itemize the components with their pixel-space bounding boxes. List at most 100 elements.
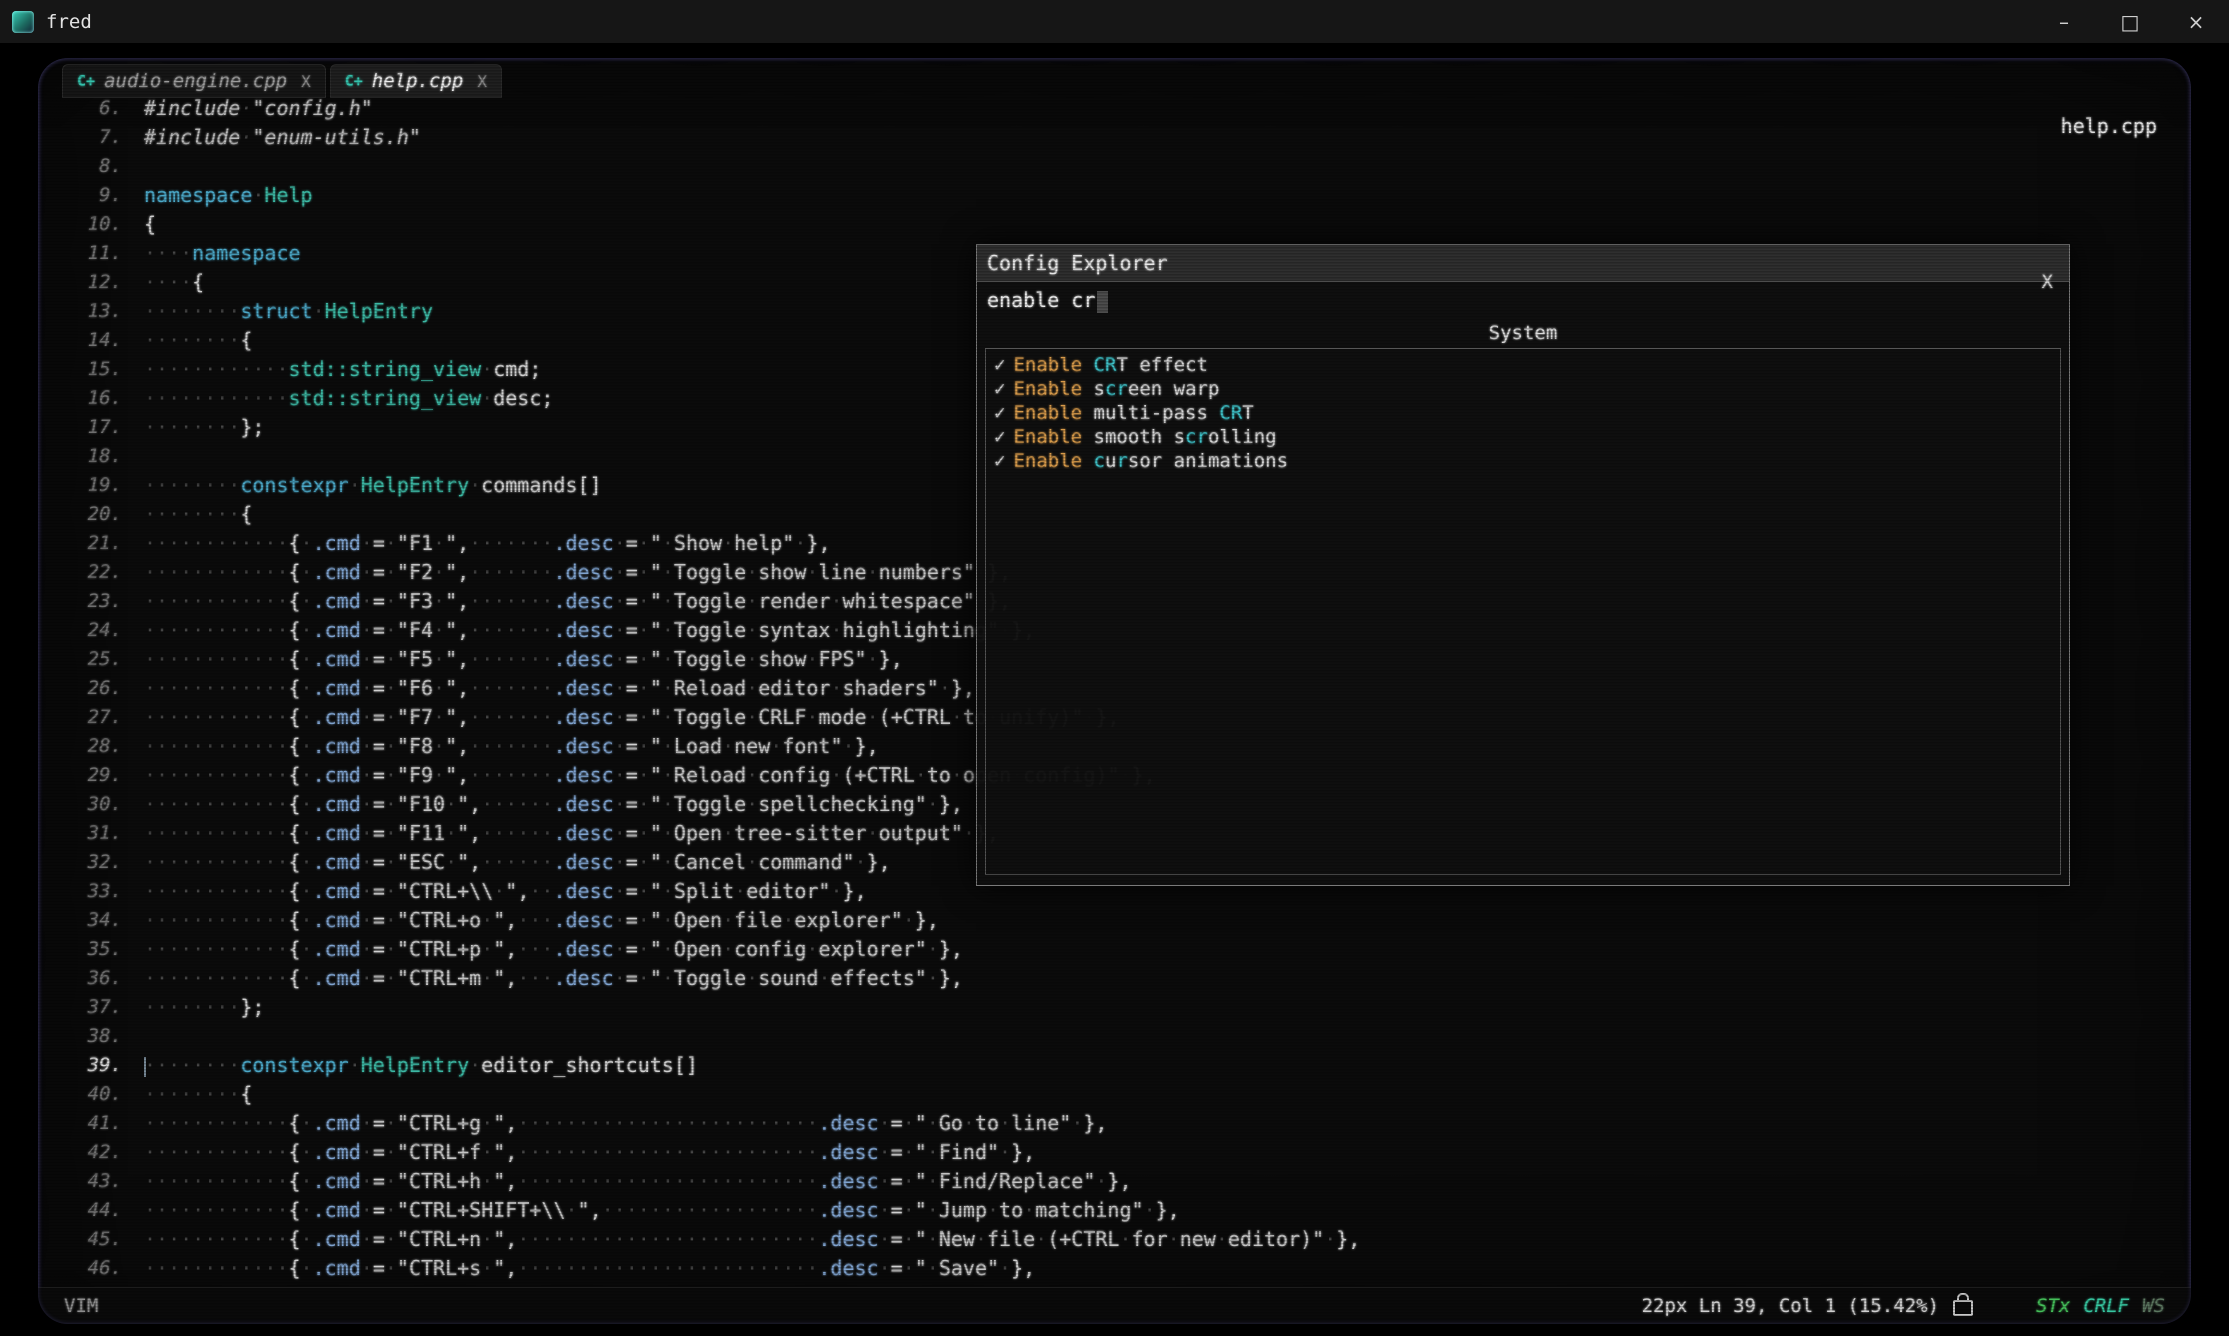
config-option-enable-cursor-animations[interactable]: ✓Enable cursor animations	[994, 449, 2052, 473]
code-text: ············{·.cmd·=·"F3·",·······.desc·…	[144, 587, 1011, 616]
code-text: ············std::string_view·desc;	[144, 384, 553, 413]
line-number: 33.	[56, 877, 144, 906]
code-text: ········{	[144, 326, 252, 355]
code-text: ············{·.cmd·=·"CTRL+o·",···.desc·…	[144, 906, 939, 935]
line-number: 8.	[56, 152, 144, 181]
vim-mode-indicator: VIM	[64, 1295, 98, 1317]
status-bar: VIM 22px Ln 39, Col 1 (15.42%) STxCRLFWS	[38, 1287, 2191, 1324]
line-number: 11.	[56, 239, 144, 268]
code-text: ············{·.cmd·=·"F10·",······.desc·…	[144, 790, 963, 819]
code-text: ····namespace	[144, 239, 301, 268]
config-explorer-close-button[interactable]: X	[2042, 271, 2053, 293]
line-number: 37.	[56, 993, 144, 1022]
config-option-label-segment: r	[1116, 450, 1127, 472]
code-line: 37.········};	[56, 993, 2191, 1022]
checkbox-checked-icon[interactable]: ✓	[994, 378, 1005, 400]
line-number: 7.	[56, 123, 144, 152]
line-number: 42.	[56, 1138, 144, 1167]
code-line: 45.············{·.cmd·=·"CTRL+n·",······…	[56, 1225, 2191, 1254]
close-button[interactable]: ×	[2163, 0, 2229, 43]
code-text: ············{·.cmd·=·"CTRL+h·",·········…	[144, 1167, 1132, 1196]
line-number: 13.	[56, 297, 144, 326]
code-text: ············{·.cmd·=·"F5·",·······.desc·…	[144, 645, 903, 674]
config-option-label-segment: smooth s	[1082, 426, 1185, 448]
code-line: 36.············{·.cmd·=·"CTRL+m·",···.de…	[56, 964, 2191, 993]
code-line: 44.············{·.cmd·=·"CTRL+SHIFT+\\·"…	[56, 1196, 2191, 1225]
config-option-label-segment: Enable	[1013, 354, 1082, 376]
tab-label: audio-engine.cpp	[104, 70, 287, 92]
line-number: 35.	[56, 935, 144, 964]
file-name-overlay: help.cpp	[2061, 114, 2157, 138]
code-line: 42.············{·.cmd·=·"CTRL+f·",······…	[56, 1138, 2191, 1167]
status-right-group: 22px Ln 39, Col 1 (15.42%) STxCRLFWS	[1642, 1295, 2165, 1317]
lock-icon	[1953, 1300, 1973, 1316]
config-option-label-segment: CR	[1094, 354, 1117, 376]
code-line: 41.············{·.cmd·=·"CTRL+g·",······…	[56, 1109, 2191, 1138]
code-text: ············std::string_view·cmd;	[144, 355, 541, 384]
checkbox-checked-icon[interactable]: ✓	[994, 426, 1005, 448]
line-number: 22.	[56, 558, 144, 587]
config-option-label-segment: T effect	[1116, 354, 1208, 376]
config-option-label-segment: sor animations	[1128, 450, 1288, 472]
editor-screen: C+audio-engine.cppXC+help.cppX help.cpp …	[38, 58, 2191, 1324]
config-option-label-segment	[1082, 450, 1093, 472]
line-number: 10.	[56, 210, 144, 239]
config-option-enable-screen-warp[interactable]: ✓Enable screen warp	[994, 377, 2052, 401]
tab-help-cpp[interactable]: C+help.cppX	[330, 64, 502, 98]
code-text: ············{·.cmd·=·"CTRL+p·",···.desc·…	[144, 935, 963, 964]
code-text: ············{·.cmd·=·"CTRL+n·",·········…	[144, 1225, 1360, 1254]
config-option-enable-crt-effect[interactable]: ✓ Enable CRT effect	[994, 353, 2052, 377]
code-text: ············{·.cmd·=·"CTRL+g·",·········…	[144, 1109, 1107, 1138]
config-explorer-panel: Config Explorer X enable cr System ✓Enab…	[976, 244, 2070, 886]
code-line: 7.#include·"enum-utils.h"	[56, 123, 2191, 152]
checkbox-checked-icon[interactable]: ✓	[994, 354, 1005, 376]
config-option-enable-smooth-scrolling[interactable]: ✓Enable smooth scrolling	[994, 425, 2052, 449]
tab-audio-engine-cpp[interactable]: C+audio-engine.cppX	[62, 64, 326, 98]
code-text: ············{·.cmd·=·"F8·",·······.desc·…	[144, 732, 879, 761]
line-number: 24.	[56, 616, 144, 645]
code-text: {	[144, 210, 156, 239]
config-option-enable-multi-pass-crt[interactable]: ✓Enable multi-pass CRT	[994, 401, 2052, 425]
code-text: ········{	[144, 500, 252, 529]
cursor-position-status: 22px Ln 39, Col 1 (15.42%)	[1642, 1295, 1939, 1317]
code-text: ········};	[144, 993, 264, 1022]
config-explorer-titlebar[interactable]: Config Explorer	[977, 245, 2069, 282]
tab-bar: C+audio-engine.cppXC+help.cppX	[62, 64, 506, 98]
checkbox-checked-icon[interactable]: ✓	[994, 450, 1005, 472]
line-number: 18.	[56, 442, 144, 471]
status-flag-crlf: CRLF	[2083, 1295, 2129, 1317]
minimize-button[interactable]: –	[2031, 0, 2097, 43]
tab-close-icon[interactable]: X	[301, 72, 311, 91]
line-number: 12.	[56, 268, 144, 297]
code-line: 6.#include·"config.h"	[56, 94, 2191, 123]
config-option-label-segment: Enable	[1013, 378, 1082, 400]
code-text: ············{·.cmd·=·"CTRL+\\·",··.desc·…	[144, 877, 867, 906]
config-option-label-segment: CR	[1219, 402, 1242, 424]
code-text: ············{·.cmd·=·"F11·",······.desc·…	[144, 819, 999, 848]
status-flag-ws: WS	[2142, 1295, 2165, 1317]
config-search-input[interactable]: enable cr	[977, 282, 2069, 318]
maximize-button[interactable]: □	[2097, 0, 2163, 43]
checkbox-checked-icon[interactable]: ✓	[994, 402, 1005, 424]
config-option-label-segment: c	[1094, 450, 1105, 472]
config-option-label-segment: T	[1242, 402, 1253, 424]
code-text: #include·"config.h"	[144, 94, 373, 123]
config-option-list: ✓Enable CRT effect✓Enable screen warp✓En…	[985, 348, 2061, 875]
code-text: ········struct·HelpEntry	[144, 297, 433, 326]
code-line: 10.{	[56, 210, 2191, 239]
code-text: ····{	[144, 268, 204, 297]
code-text: ········constexpr·HelpEntry·commands[]	[144, 471, 602, 500]
line-number: 21.	[56, 529, 144, 558]
code-text: ············{·.cmd·=·"F6·",·······.desc·…	[144, 674, 975, 703]
config-option-label-segment: cr	[1185, 426, 1208, 448]
line-number: 30.	[56, 790, 144, 819]
tab-label: help.cpp	[372, 70, 464, 92]
line-number: 26.	[56, 674, 144, 703]
code-text: ············{·.cmd·=·"CTRL+f·",·········…	[144, 1138, 1035, 1167]
text-cursor	[144, 1057, 146, 1077]
line-number: 16.	[56, 384, 144, 413]
code-line: 40.········{	[56, 1080, 2191, 1109]
config-option-label-segment: cr	[1105, 378, 1128, 400]
tab-close-icon[interactable]: X	[477, 72, 487, 91]
config-option-label-segment: Enable	[1013, 450, 1082, 472]
